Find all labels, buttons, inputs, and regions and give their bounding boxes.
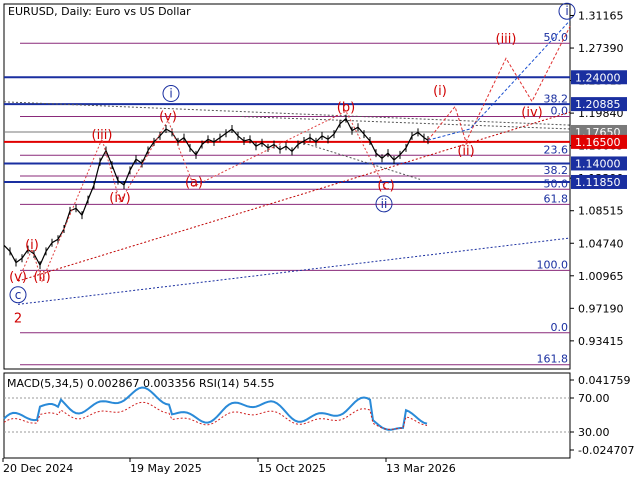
wave-label-red: (ii) [33,270,50,285]
fibo-label: 50.0 [544,177,569,190]
macd-tick-label: 0.041759 [578,374,631,387]
y-tick-label: 1.08515 [578,205,624,218]
fibo-label: 23.6 [544,143,569,156]
wave-label-red: (i) [25,238,39,253]
wave-label-red: (b) [337,100,355,115]
fibo-label: 100.0 [537,258,569,271]
wave-label-red: (iv) [109,191,130,206]
x-tick-label: 13 Mar 2026 [386,462,456,475]
x-tick-label: 19 May 2025 [130,462,202,475]
wave-label-red: (ii) [457,144,474,159]
wave-label-blue: i [565,4,568,18]
fibo-label: 161.8 [537,353,569,366]
y-tick-label: 0.93415 [578,335,624,348]
macd-tick-label: 30.00 [578,426,610,439]
wave-label-blue: ii [381,197,388,211]
price-tag-label: 1.11850 [575,176,621,189]
y-tick-label: 1.00965 [578,270,624,283]
y-tick-label: 1.27390 [578,42,624,55]
y-tick-label: 0.97190 [578,302,624,315]
price-tag-label: 1.14000 [575,157,621,170]
macd-label: MACD(5,34,5) 0.002867 0.003356 RSI(14) 5… [7,377,274,390]
wave-label-red: (c) [377,179,394,194]
wave-label-red: (v) [159,109,177,124]
macd-tick-label: 70.00 [578,392,610,405]
wave-label-blue: i [169,87,172,101]
wave-label-red: (i) [433,84,447,99]
wave-label-red: (v) [9,270,27,285]
fibo-label: 61.8 [544,192,569,205]
wave-label-red: (iv) [521,105,542,120]
price-chart: 50.038.20.023.638.250.061.8100.00.0161.8… [2,2,634,475]
x-axis-ticks: 20 Dec 2024 19 May 2025 15 Oct 2025 13 Mar … [2,458,456,475]
price-tags: 1.240001.208851.176501.165001.140001.118… [571,70,627,189]
wave-label-red: (iii) [92,128,113,143]
main-plot-frame [3,3,571,370]
macd-axis-ticks: 0.041759 70.00 30.00 -0.024707 [570,374,634,457]
x-tick-label: 15 Oct 2025 [258,462,326,475]
wave-label-red: (iii) [496,32,517,47]
fibo-label: 0.0 [551,321,569,334]
y-tick-label: 1.31165 [578,10,624,23]
chart-title: EURUSD, Daily: Euro vs US Dollar [8,5,191,18]
x-tick-label: 20 Dec 2024 [3,462,73,475]
price-tag-label: 1.20885 [575,98,621,111]
y-tick-label: 1.04740 [578,237,624,250]
wave-label-red: (a) [185,175,203,190]
price-tag-label: 1.24000 [575,71,621,84]
macd-tick-label: -0.024707 [578,444,634,457]
fibo-label: 50.0 [544,31,569,44]
price-tag-label: 1.16500 [575,136,621,149]
fibo-label: 38.2 [544,164,569,177]
wave-label-red: 2 [14,311,22,326]
fibo-label: 0.0 [551,104,569,117]
wave-label-blue: c [15,288,22,302]
